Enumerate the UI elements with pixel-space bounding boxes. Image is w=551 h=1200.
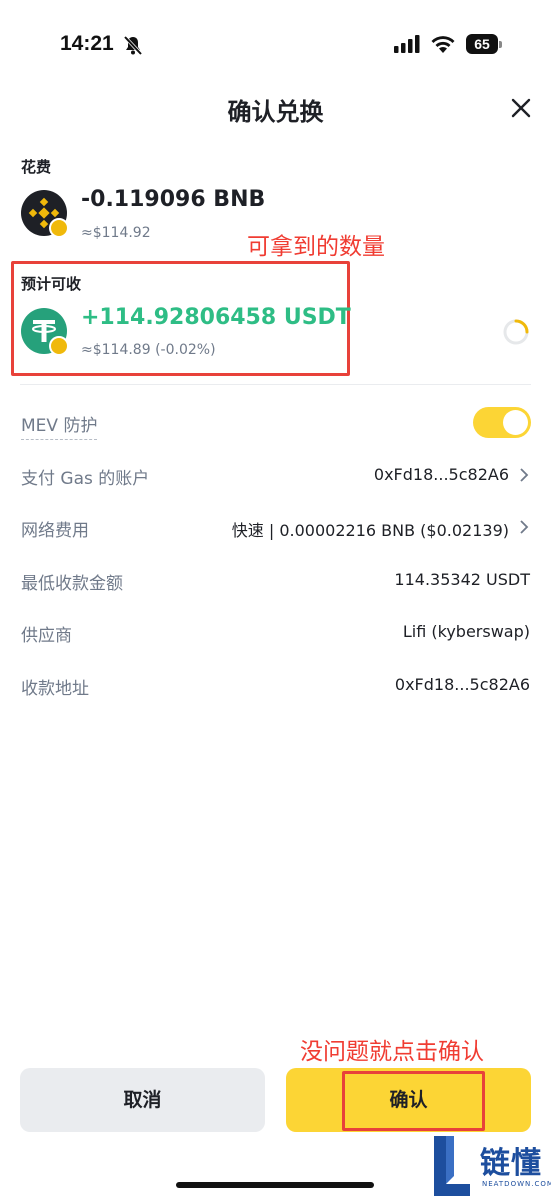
watermark-site: NEATDOWN.COM: [482, 1180, 551, 1188]
wifi-icon: [431, 36, 455, 53]
chevron-right-icon[interactable]: [519, 519, 529, 535]
home-indicator: [176, 1182, 374, 1188]
spend-label: 花费: [21, 158, 52, 176]
battery-icon: 65: [466, 34, 502, 54]
receive-address-value: 0xFd18...5c82A6: [394, 675, 530, 694]
confirm-highlight: [342, 1071, 485, 1131]
provider-value: Lifi (kyberswap): [402, 622, 530, 641]
usdt-icon: [21, 308, 69, 356]
mev-label[interactable]: MEV 防护: [21, 411, 98, 440]
mev-toggle[interactable]: [473, 407, 531, 438]
gas-account-label: 支付 Gas 的账户: [21, 469, 150, 489]
spend-usd: ≈$114.92: [81, 225, 151, 241]
bnb-icon: [21, 190, 69, 238]
watermark-brand: 链懂: [480, 1146, 542, 1181]
status-bar: 14:21 65: [0, 0, 551, 90]
receive-amount: +114.92806458 USDT: [81, 305, 351, 330]
receive-annotation: 可拿到的数量: [247, 234, 385, 260]
signal-icon: [394, 35, 420, 53]
min-receive-label: 最低收款金额: [21, 574, 123, 594]
network-fee-label: 网络费用: [21, 521, 89, 541]
cancel-button[interactable]: 取消: [20, 1068, 265, 1132]
watermark-logo-icon: [434, 1136, 470, 1196]
min-receive-value: 114.35342 USDT: [394, 570, 530, 589]
confirm-annotation: 没问题就点击确认: [300, 1039, 484, 1065]
page-title: 确认兑换: [227, 98, 324, 126]
battery-level: 65: [466, 34, 498, 54]
chain-badge-icon: [49, 336, 69, 356]
gas-account-value[interactable]: 0xFd18...5c82A6: [374, 465, 509, 484]
provider-label: 供应商: [21, 626, 72, 646]
divider: [20, 384, 531, 385]
close-icon[interactable]: [508, 95, 534, 121]
receive-usd: ≈$114.89 (-0.02%): [81, 342, 216, 358]
chain-badge-icon: [49, 218, 69, 238]
status-time: 14:21: [60, 32, 114, 55]
spend-amount: -0.119096 BNB: [81, 187, 266, 212]
network-fee-value[interactable]: 快速 | 0.00002216 BNB ($0.02139): [232, 517, 509, 541]
loading-spinner-icon: [503, 319, 529, 345]
receive-label: 预计可收: [21, 275, 82, 293]
bell-muted-icon: [123, 35, 143, 56]
chevron-right-icon[interactable]: [519, 467, 529, 483]
receive-address-label: 收款地址: [21, 679, 89, 699]
watermark: 链懂 NEATDOWN.COM: [432, 1134, 551, 1200]
